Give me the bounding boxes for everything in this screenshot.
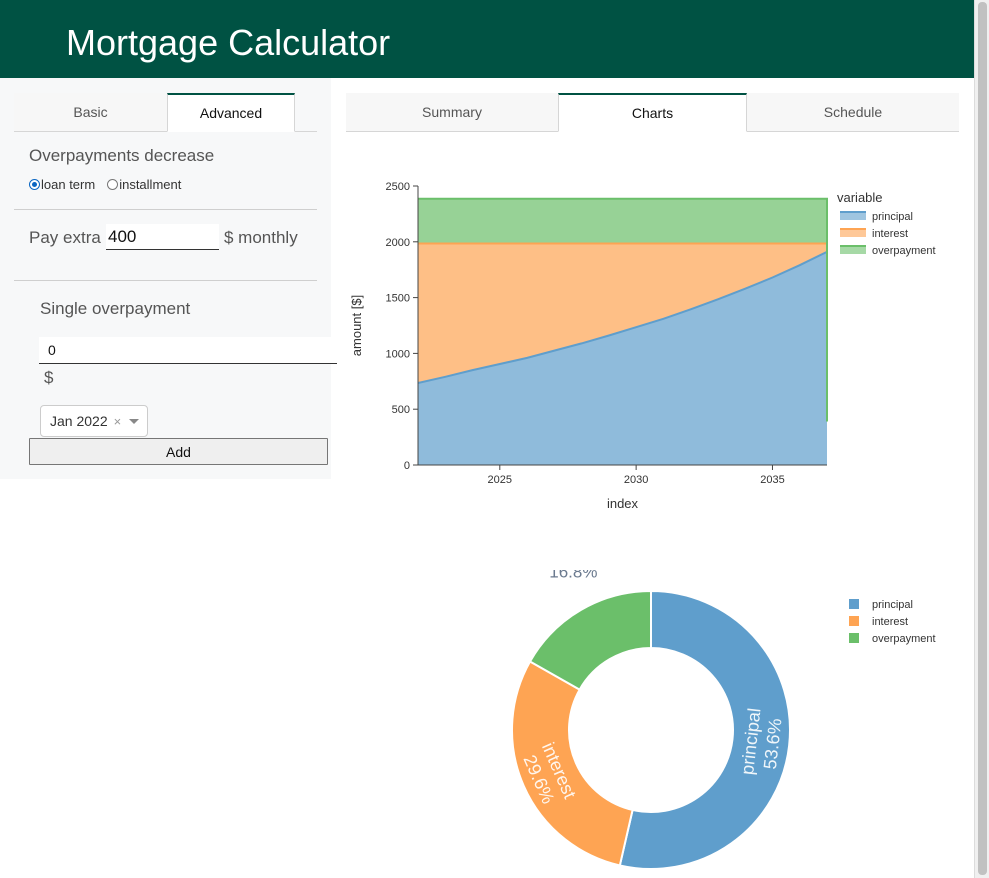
donut-legend-label-principal: principal — [872, 599, 913, 611]
x-tick-label: 2035 — [760, 474, 784, 486]
pay-extra-unit: $ monthly — [224, 228, 298, 247]
pay-extra-input[interactable] — [106, 224, 219, 250]
donut-chart: principal53.6%interest29.6%overpayment16… — [511, 570, 936, 870]
y-tick-label: 2500 — [386, 181, 410, 193]
legend-title: variable — [837, 190, 883, 205]
divider — [14, 209, 317, 210]
tab-summary[interactable]: Summary — [346, 93, 558, 132]
tab-charts[interactable]: Charts — [558, 93, 747, 132]
tab-schedule[interactable]: Schedule — [747, 93, 959, 132]
clear-icon[interactable]: × — [114, 414, 122, 429]
single-overpayment-input[interactable] — [39, 337, 337, 364]
overpayment-date-select[interactable]: Jan 2022 × — [40, 405, 148, 437]
legend-swatch-interest — [840, 229, 866, 237]
sidebar-tabs: Basic Advanced — [14, 93, 317, 132]
legend-label-overpayment: overpayment — [872, 245, 936, 257]
y-tick-label: 1000 — [386, 348, 410, 360]
donut-legend-swatch-overpayment — [849, 633, 859, 643]
chevron-down-icon[interactable] — [129, 418, 140, 424]
tab-advanced[interactable]: Advanced — [167, 93, 295, 132]
selected-date: Jan 2022 — [50, 413, 108, 429]
donut-legend-label-overpayment: overpayment — [872, 633, 936, 645]
legend-label-interest: interest — [872, 228, 908, 240]
overpayment-mode-radio-group: loan term installment — [29, 177, 181, 192]
installment-label: installment — [119, 177, 182, 192]
legend-label-principal: principal — [872, 211, 913, 223]
vertical-scrollbar[interactable] — [974, 0, 989, 878]
donut-legend-swatch-interest — [849, 616, 859, 626]
x-tick-label: 2025 — [488, 474, 512, 486]
y-tick-label: 2000 — [386, 237, 410, 249]
legend-swatch-principal — [840, 212, 866, 220]
area-overpayment — [418, 198, 827, 244]
donut-legend-swatch-principal — [849, 599, 859, 609]
y-tick-label: 500 — [392, 404, 410, 416]
add-button[interactable]: Add — [29, 438, 328, 465]
app-title: Mortgage Calculator — [66, 22, 391, 63]
donut-outside-label-percent: 16.8% — [549, 570, 597, 582]
area-chart: 0 500 1000 1500 2000 2500 2025 2030 2035 index amo… — [349, 181, 936, 511]
tab-basic[interactable]: Basic — [14, 93, 167, 132]
sidebar: Basic Advanced Overpayments decrease loa… — [0, 78, 337, 479]
x-axis-title: index — [607, 496, 639, 511]
single-overpayment-unit: $ — [44, 368, 54, 387]
pay-extra-label: Pay extra — [29, 228, 101, 247]
app-header: Mortgage Calculator — [0, 0, 974, 78]
legend-swatch-overpayment — [840, 246, 866, 254]
page: Mortgage Calculator Basic Advanced Overp… — [0, 0, 974, 878]
y-tick-label: 1500 — [386, 293, 410, 305]
overpayments-title: Overpayments decrease — [29, 146, 215, 165]
y-axis-title: amount [$] — [349, 295, 364, 356]
loan-term-radio[interactable] — [29, 179, 40, 190]
single-overpayment-title: Single overpayment — [40, 299, 191, 318]
loan-term-label: loan term — [41, 177, 96, 192]
x-tick-label: 2030 — [624, 474, 648, 486]
divider — [14, 280, 317, 281]
scrollbar-thumb[interactable] — [978, 2, 987, 875]
y-tick-label: 0 — [404, 460, 410, 472]
tab-strip-filler — [295, 93, 317, 132]
main-tabs: Summary Charts Schedule — [346, 93, 959, 132]
installment-radio[interactable] — [107, 179, 119, 190]
donut-legend-label-interest: interest — [872, 616, 908, 628]
